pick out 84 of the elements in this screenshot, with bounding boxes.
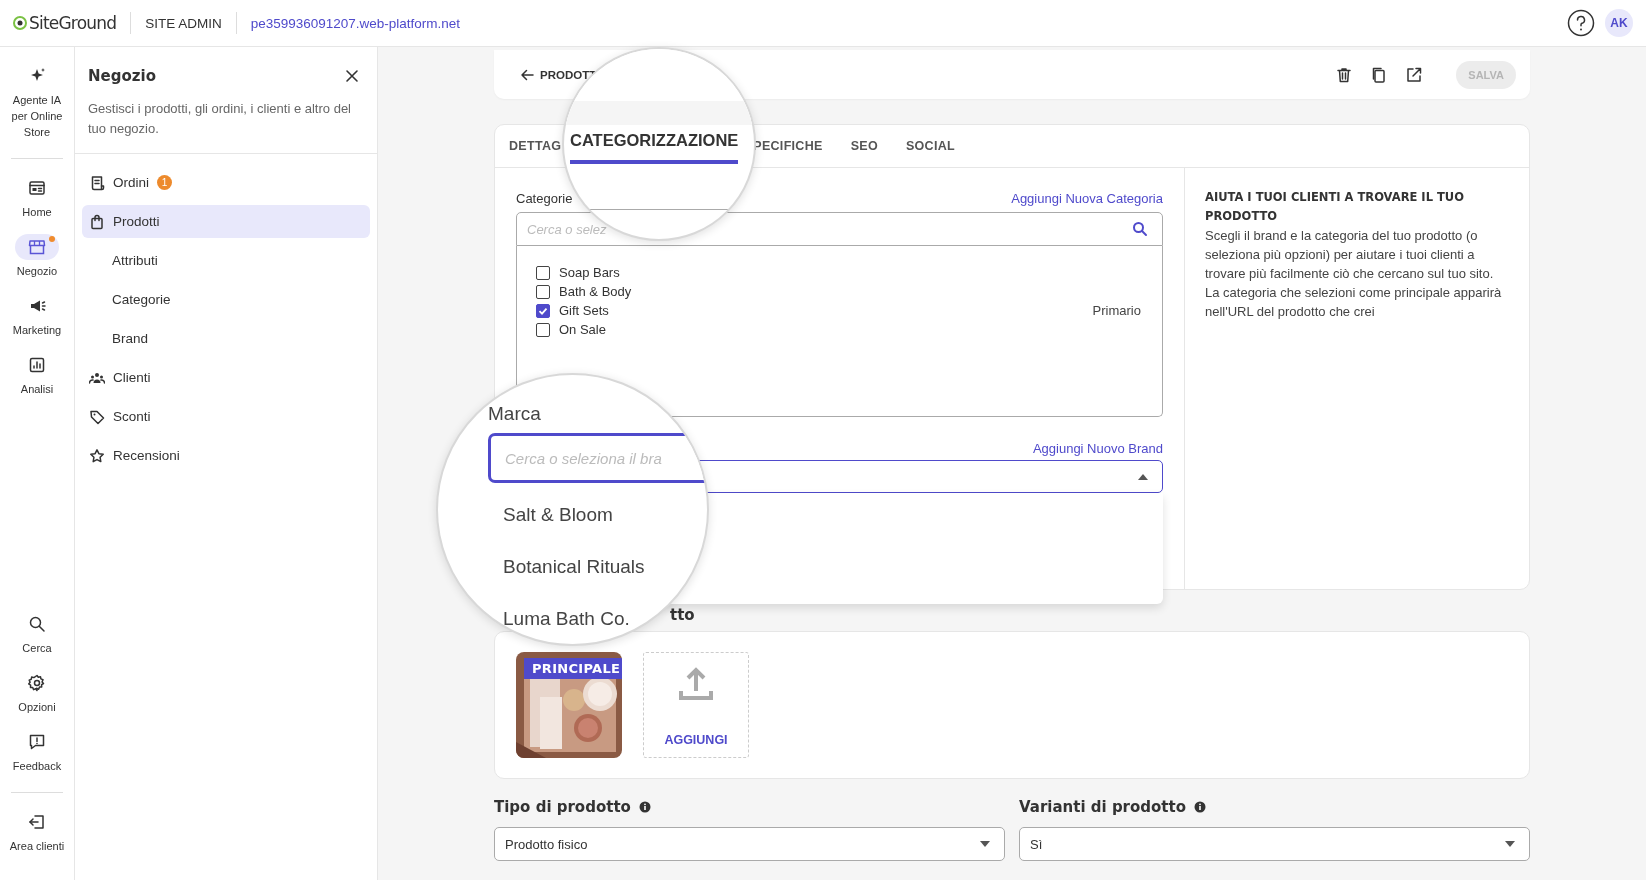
panel-title: Negozio [88, 67, 156, 85]
logo[interactable]: SiteGround [29, 13, 117, 33]
caret-icon [980, 841, 990, 847]
tab[interactable]: SOCIAL [905, 139, 955, 153]
section-title: SITE ADMIN [145, 15, 222, 31]
rail-label[interactable]: Negozio [10, 263, 64, 279]
feedback-icon [28, 733, 46, 751]
caret-icon [1505, 841, 1515, 847]
domain-link[interactable]: pe359936091207.web-platform.net [250, 15, 461, 31]
avatar[interactable]: AK [1605, 9, 1633, 37]
panel-description: Gestisci i prodotti, gli ordini, i clienti e altro del tuo negozio. [88, 100, 352, 138]
field-label: Tipo di prodotto [494, 798, 631, 816]
info-icon [1194, 801, 1206, 813]
info-icon [638, 801, 651, 813]
menu-item[interactable]: Attributi [82, 244, 370, 277]
external-link-icon[interactable] [1405, 65, 1424, 84]
rail-label[interactable]: Home [16, 204, 58, 220]
star-icon [89, 447, 105, 464]
section-title: tto [670, 605, 696, 625]
check-icon [538, 305, 548, 316]
menu-label: Ordini [113, 175, 149, 190]
category-label: Gift Sets [559, 303, 609, 318]
add-image-button[interactable]: AGGIUNGI [643, 652, 749, 758]
menu-label: Prodotti [113, 214, 160, 229]
help-title: AIUTA I TUOI CLIENTI A TROVARE IL TUO PRODOTTO [1205, 189, 1465, 225]
checkbox[interactable] [536, 265, 550, 280]
checkbox[interactable] [536, 322, 550, 337]
category-label: On Sale [559, 322, 606, 337]
category-label: Soap Bars [559, 265, 620, 280]
arrow-left-icon [520, 67, 534, 82]
home-icon [28, 179, 46, 197]
menu-item[interactable]: Categorie [82, 283, 370, 316]
checkbox[interactable] [536, 303, 550, 318]
tab[interactable]: DETTAG [509, 139, 562, 153]
rail-label[interactable]: Area clienti [3, 838, 71, 854]
menu-label: Clienti [113, 370, 151, 385]
menu-item[interactable]: Ordini 1 [82, 166, 370, 199]
primary-label: Primario [1092, 303, 1141, 318]
menu-item[interactable]: Clienti [82, 361, 370, 394]
help-text: Scegli il brand e la categoria del tuo prodotto (o seleziona più opzioni) per aiutare i tuoi clienti a trovare più facilmente ciò che cercano sul tuo sito. La categoria che selezioni come principale apparirà nell'URL del prodotto che crei [1205, 227, 1503, 321]
tab[interactable]: CATEGORIZZAZIONE [570, 131, 739, 164]
select-field[interactable]: Prodotto fisico [494, 827, 1005, 861]
checkbox[interactable] [536, 284, 550, 299]
search-icon [1132, 221, 1148, 237]
principal-badge: PRINCIPALE [524, 658, 622, 679]
rail-label[interactable]: Marketing [6, 322, 68, 338]
add-category-link[interactable]: Aggiungi Nuova Categoria [1011, 190, 1163, 206]
help-icon[interactable] [1567, 9, 1595, 37]
brand-search-field[interactable]: Cerca o seleziona il bra [488, 433, 707, 483]
rail-label[interactable]: Opzioni [12, 699, 62, 715]
trash-icon[interactable] [1335, 65, 1354, 84]
settings-icon [28, 674, 46, 692]
menu-item[interactable]: Brand [82, 322, 370, 355]
menu-item[interactable]: Prodotti [82, 205, 370, 238]
tab[interactable]: PECIFICHE [753, 139, 823, 153]
tag-icon [89, 408, 105, 425]
close-icon[interactable] [345, 69, 359, 83]
rail-label[interactable]: Feedback [6, 758, 68, 774]
store-icon [28, 238, 46, 256]
menu-item[interactable]: Sconti [82, 400, 370, 433]
field-label: Categorie [516, 190, 573, 206]
category-label: Bath & Body [559, 284, 632, 299]
count-badge: 1 [157, 175, 172, 190]
bag-icon [89, 213, 105, 230]
rail-label[interactable]: Analisi [14, 381, 60, 397]
menu-item[interactable]: Recensioni [82, 439, 370, 472]
dropdown-option[interactable]: Botanical Rituals [503, 555, 645, 579]
add-brand-link[interactable]: Aggiungi Nuovo Brand [1032, 440, 1163, 456]
receipt-icon [89, 174, 105, 191]
search-icon [28, 615, 46, 633]
select-field[interactable]: Sì [1019, 827, 1530, 861]
chart-icon [28, 356, 46, 374]
field-label: Marca [488, 403, 541, 425]
rail-label[interactable]: Agente IA per Online Store [0, 92, 75, 140]
dropdown-option[interactable]: Luma Bath Co. [503, 607, 630, 631]
logout-icon [28, 813, 46, 831]
caret-icon [1138, 473, 1148, 480]
menu-label: Sconti [113, 409, 151, 424]
menu-label: Recensioni [113, 448, 180, 463]
rail-label[interactable]: Cerca [16, 640, 58, 656]
field-label: Varianti di prodotto [1019, 798, 1186, 816]
logo-icon [13, 16, 27, 30]
tab[interactable]: SEO [850, 139, 878, 153]
dropdown-option[interactable]: Salt & Bloom [503, 503, 613, 527]
